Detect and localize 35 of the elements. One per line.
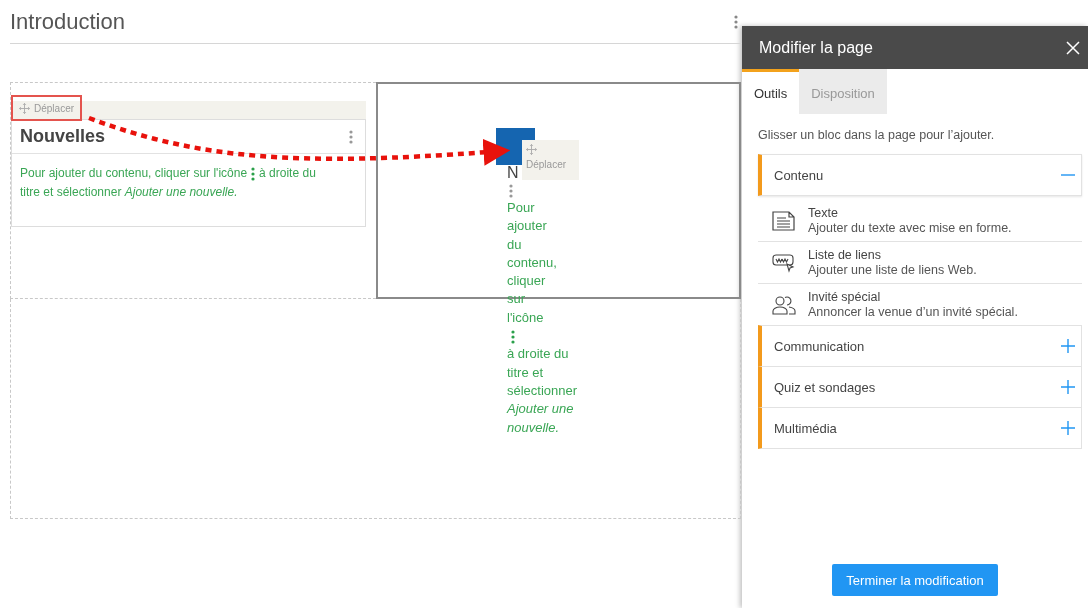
section-header[interactable]: Multimédia <box>758 407 1082 449</box>
plus-icon <box>1061 380 1075 394</box>
panel-title: Modifier la page <box>759 38 873 57</box>
section-header[interactable]: Contenu <box>758 154 1082 196</box>
move-icon <box>526 144 537 155</box>
section-header[interactable]: Communication <box>758 325 1082 367</box>
close-button[interactable] <box>1064 38 1082 57</box>
www-cursor-icon <box>772 252 796 273</box>
hint-text: à droite du <box>259 165 316 182</box>
kebab-menu-icon[interactable] <box>349 129 353 144</box>
dots-icon <box>511 329 515 344</box>
hint-text: Pour ajouter du contenu, cliquer sur l'icône <box>20 165 248 182</box>
minus-icon <box>1061 174 1075 176</box>
hint-text: titre et sélectionner Ajouter une nouvelle. <box>20 184 238 201</box>
dots-icon <box>251 166 256 181</box>
block-description: Annoncer la venue d’un invité spécial. <box>808 305 1018 319</box>
plus-icon <box>1061 339 1075 353</box>
hint-text: à droite du titre et sélectionner Ajouter une nouvelle. <box>507 345 578 437</box>
block-description: Ajouter une liste de liens Web. <box>808 263 977 277</box>
plus-icon <box>1061 421 1075 435</box>
block-title[interactable]: Liste de liens <box>808 248 977 262</box>
block-description: Ajouter du texte avec mise en forme. <box>808 221 1012 235</box>
handle-label: Déplacer <box>526 159 568 170</box>
section-header[interactable]: Quiz et sondages <box>758 366 1082 408</box>
kebab-menu-icon[interactable] <box>734 14 738 29</box>
people-icon <box>772 294 796 315</box>
page-title: Introduction <box>10 8 125 35</box>
move-icon <box>19 102 30 114</box>
instruction-text: Glisser un bloc dans la page pour l’ajouter. <box>757 127 996 144</box>
document-icon <box>772 210 796 231</box>
block-title[interactable]: Invité spécial <box>808 290 1018 304</box>
close-icon <box>1066 40 1080 55</box>
kebab-menu-icon[interactable] <box>509 183 513 198</box>
card-title: Nouvelles <box>20 126 106 147</box>
block-title[interactable]: Texte <box>808 206 1012 220</box>
